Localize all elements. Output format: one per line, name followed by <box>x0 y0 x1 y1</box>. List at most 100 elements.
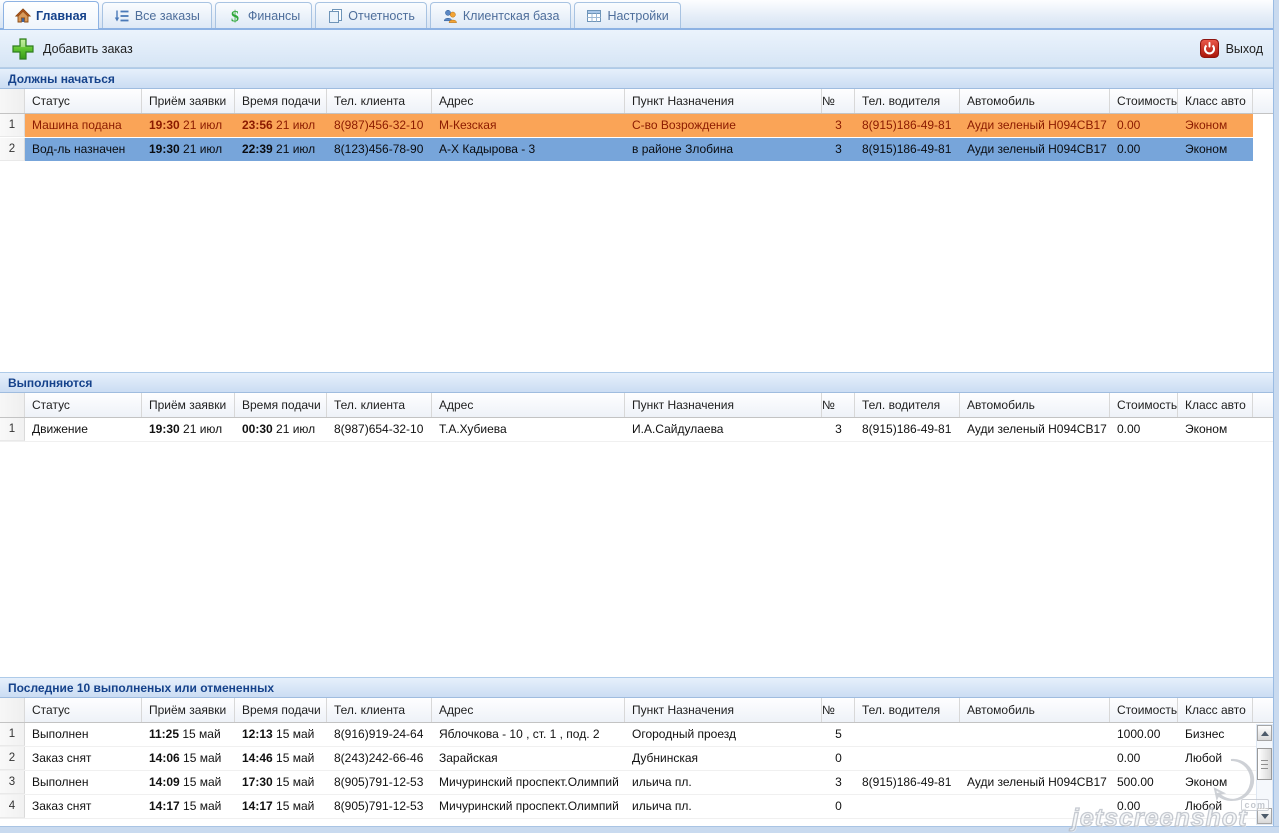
tab-label: Клиентская база <box>463 9 560 23</box>
tab-all-orders[interactable]: Все заказы <box>102 2 212 28</box>
column-header-address[interactable]: Адрес <box>432 698 625 722</box>
cell-destination: в районе Злобина <box>625 138 822 161</box>
cell-order-no: 3 <box>822 771 855 794</box>
tab-bar: Главная Все заказы $ФинансыОтчетность Клиен… <box>0 0 1273 30</box>
tab-reports[interactable]: Отчетность <box>315 2 427 28</box>
column-header-driver-phone[interactable]: Тел. водителя <box>855 393 960 417</box>
cell-cost: 0.00 <box>1110 795 1178 818</box>
scroll-down-button[interactable] <box>1257 808 1272 824</box>
vertical-scrollbar[interactable] <box>1256 724 1273 825</box>
cell-driver-phone <box>855 795 960 818</box>
column-header-received[interactable]: Приём заявки <box>142 89 235 113</box>
tab-settings[interactable]: Настройки <box>574 2 680 28</box>
cell-status: Движение <box>25 418 142 441</box>
column-header-filler <box>1253 698 1273 722</box>
row-number: 1 <box>0 418 25 441</box>
column-header-cost[interactable]: Стоимость <box>1110 89 1178 113</box>
column-header-car-class[interactable]: Класс авто <box>1178 393 1253 417</box>
column-header-car[interactable]: Автомобиль <box>960 89 1110 113</box>
scrollbar-thumb[interactable] <box>1257 748 1272 780</box>
column-header-received[interactable]: Приём заявки <box>142 393 235 417</box>
column-header-order-no[interactable]: № <box>822 698 855 722</box>
cell-cost: 0.00 <box>1110 747 1178 770</box>
cell-destination: ильича пл. <box>625 771 822 794</box>
column-header-filler <box>1253 393 1273 417</box>
column-header-due[interactable]: Время подачи <box>235 393 327 417</box>
column-header-client-phone[interactable]: Тел. клиента <box>327 698 432 722</box>
cell-cost: 0.00 <box>1110 418 1178 441</box>
cell-car-class: Любой <box>1178 747 1253 770</box>
cell-received: 19:30 21 июл <box>142 418 235 441</box>
column-header-car-class[interactable]: Класс авто <box>1178 89 1253 113</box>
cell-car-class: Эконом <box>1178 138 1253 161</box>
home-icon <box>15 8 31 24</box>
grid-body: 1Выполнен11:25 15 май12:13 15 май8(916)9… <box>0 723 1273 826</box>
cell-cost: 0.00 <box>1110 138 1178 161</box>
table-row[interactable]: 1Машина подана19:30 21 июл23:56 21 июл8(… <box>0 114 1273 138</box>
add-order-button[interactable]: Добавить заказ <box>10 36 133 62</box>
column-header-client-phone[interactable]: Тел. клиента <box>327 89 432 113</box>
table-row[interactable]: 3Выполнен14:09 15 май17:30 15 май8(905)7… <box>0 771 1273 795</box>
column-header-order-no[interactable]: № <box>822 89 855 113</box>
scroll-up-button[interactable] <box>1257 725 1272 741</box>
column-header-client-phone[interactable]: Тел. клиента <box>327 393 432 417</box>
column-header-car-class[interactable]: Класс авто <box>1178 698 1253 722</box>
column-header-car[interactable]: Автомобиль <box>960 698 1110 722</box>
column-header-received[interactable]: Приём заявки <box>142 698 235 722</box>
cell-car: Ауди зеленый Н094СВ17 <box>960 418 1110 441</box>
cell-order-no: 5 <box>822 723 855 746</box>
column-header-num[interactable] <box>0 698 25 722</box>
column-header-num[interactable] <box>0 89 25 113</box>
column-header-address[interactable]: Адрес <box>432 89 625 113</box>
tab-finances[interactable]: $Финансы <box>215 2 312 28</box>
row-number: 2 <box>0 747 25 770</box>
cell-driver-phone: 8(915)186-49-81 <box>855 418 960 441</box>
tab-main[interactable]: Главная <box>3 1 99 29</box>
reports-copy-icon <box>327 8 343 24</box>
exit-button[interactable]: Выход <box>1200 39 1263 58</box>
tab-label: Главная <box>36 9 87 23</box>
column-header-order-no[interactable]: № <box>822 393 855 417</box>
table-row[interactable]: 1Движение19:30 21 июл00:30 21 июл8(987)6… <box>0 418 1273 442</box>
table-row[interactable]: 2Заказ снят14:06 15 май14:46 15 май8(243… <box>0 747 1273 771</box>
column-header-status[interactable]: Статус <box>25 89 142 113</box>
finance-dollar-icon: $ <box>227 8 243 24</box>
column-header-status[interactable]: Статус <box>25 393 142 417</box>
column-header-cost[interactable]: Стоимость <box>1110 698 1178 722</box>
column-header-due[interactable]: Время подачи <box>235 698 327 722</box>
window-bottom-edge <box>0 826 1279 833</box>
table-row[interactable]: 4Заказ снят14:17 15 май14:17 15 май8(905… <box>0 795 1273 819</box>
tab-label: Все заказы <box>135 9 200 23</box>
row-number: 1 <box>0 114 25 137</box>
arrow-up-icon <box>1261 731 1269 736</box>
column-header-car[interactable]: Автомобиль <box>960 393 1110 417</box>
cell-destination: С-во Возрождение <box>625 114 822 137</box>
column-header-destination[interactable]: Пункт Назначения <box>625 89 822 113</box>
column-header-destination[interactable]: Пункт Назначения <box>625 393 822 417</box>
cell-status: Машина подана <box>25 114 142 137</box>
table-row[interactable]: 1Выполнен11:25 15 май12:13 15 май8(916)9… <box>0 723 1273 747</box>
column-header-driver-phone[interactable]: Тел. водителя <box>855 698 960 722</box>
arrow-down-icon <box>1261 814 1269 819</box>
cell-car: Ауди зеленый Н094СВ17 <box>960 771 1110 794</box>
cell-address: Т.А.Хубиева <box>432 418 625 441</box>
cell-car-class: Эконом <box>1178 771 1253 794</box>
cell-due: 23:56 21 июл <box>235 114 327 137</box>
tab-label: Настройки <box>607 9 668 23</box>
column-header-address[interactable]: Адрес <box>432 393 625 417</box>
grid-body: 1Машина подана19:30 21 июл23:56 21 июл8(… <box>0 114 1273 372</box>
cell-address: Мичуринский проспект.Олимпий <box>432 795 625 818</box>
cell-order-no: 0 <box>822 747 855 770</box>
cell-client-phone: 8(905)791-12-53 <box>327 795 432 818</box>
column-header-status[interactable]: Статус <box>25 698 142 722</box>
table-row[interactable]: 2Вод-ль назначен19:30 21 июл22:39 21 июл… <box>0 138 1273 162</box>
cell-car-class: Эконом <box>1178 114 1253 137</box>
column-header-due[interactable]: Время подачи <box>235 89 327 113</box>
column-header-driver-phone[interactable]: Тел. водителя <box>855 89 960 113</box>
section-title: Должны начаться <box>0 68 1273 89</box>
column-header-destination[interactable]: Пункт Назначения <box>625 698 822 722</box>
tab-clients[interactable]: Клиентская база <box>430 2 572 28</box>
cell-destination: Огородный проезд <box>625 723 822 746</box>
column-header-cost[interactable]: Стоимость <box>1110 393 1178 417</box>
column-header-num[interactable] <box>0 393 25 417</box>
